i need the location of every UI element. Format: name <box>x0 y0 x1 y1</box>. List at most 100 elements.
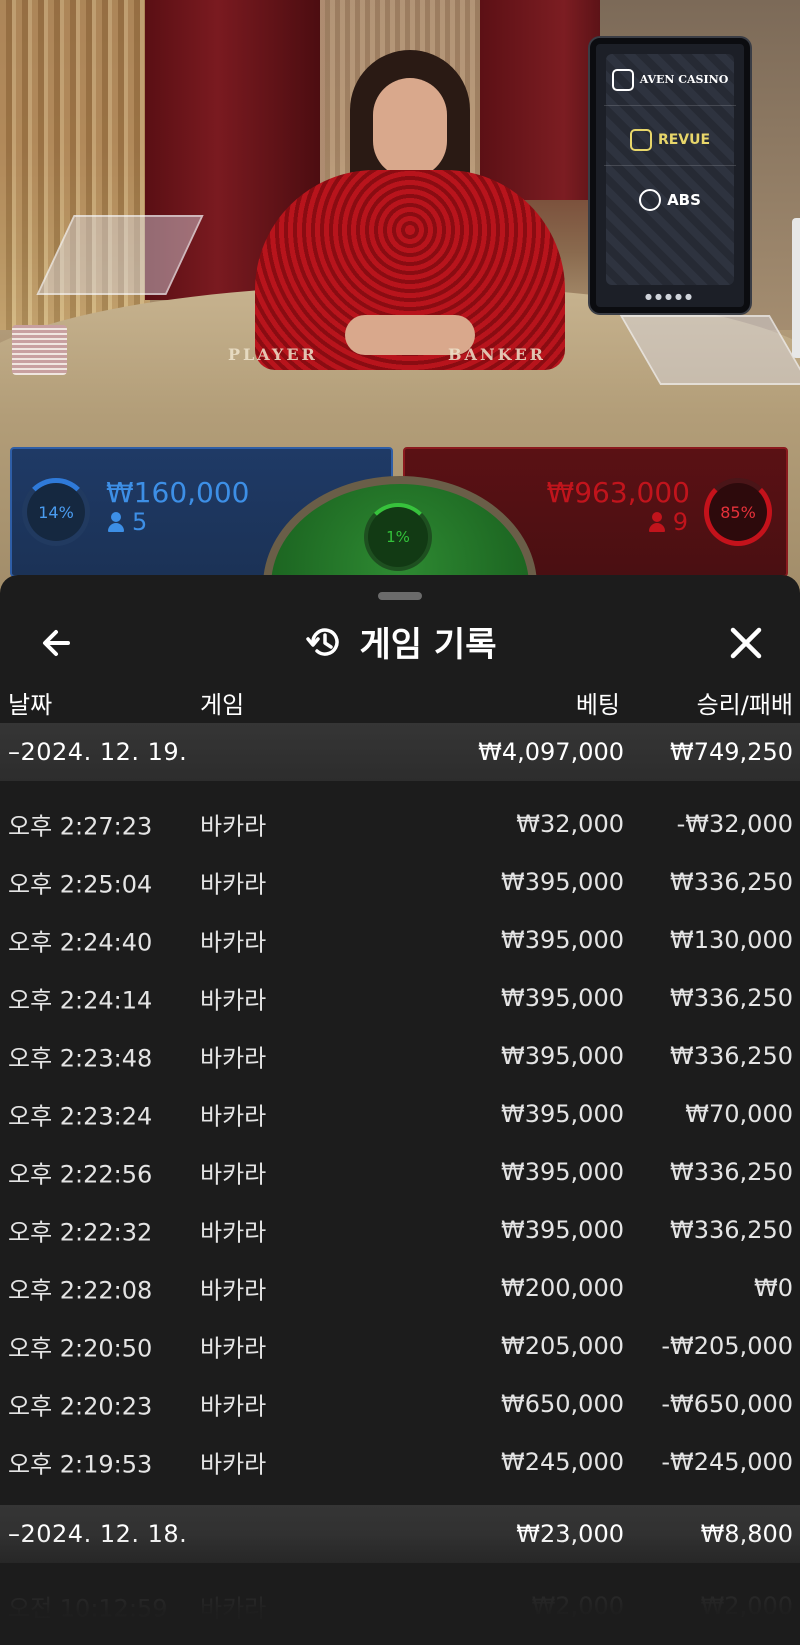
column-game: 게임 <box>200 691 245 719</box>
row-game: 바카라 <box>200 1392 267 1421</box>
column-result: 승리/패배 <box>696 691 793 719</box>
row-game: 바카라 <box>200 1276 267 1305</box>
game-history-sheet: 게임 기록 날짜 게임 베팅 승리/패배 –2024. 12. 19. ₩4,0… <box>0 575 800 1645</box>
row-game: 바카라 <box>200 1044 267 1073</box>
player-percent-ring: 14% <box>22 478 90 546</box>
table-row[interactable]: 오후 2:23:48 바카라 ₩395,000 ₩336,250 <box>0 1027 800 1085</box>
sponsor-abs: ABS <box>604 174 736 226</box>
close-button[interactable] <box>724 621 768 665</box>
row-game: 바카라 <box>200 1102 267 1131</box>
row-time: 오후 2:22:08 <box>8 1276 153 1305</box>
user-icon <box>648 512 665 532</box>
row-game: 바카라 <box>200 870 267 899</box>
row-result: ₩336,250 <box>670 868 793 896</box>
column-header: 날짜 게임 베팅 승리/패배 <box>0 673 800 727</box>
dealer <box>245 50 575 370</box>
sheet-title-text: 게임 기록 <box>359 625 497 665</box>
row-bet: ₩200,000 <box>501 1274 624 1302</box>
row-time: 오후 2:23:24 <box>8 1102 153 1131</box>
history-table: –2024. 12. 19. ₩4,097,000 ₩749,250 오후 2:… <box>0 723 800 1635</box>
row-time: 오전 10:12:59 <box>8 1594 168 1623</box>
row-bet: ₩32,000 <box>516 810 624 838</box>
group-bet-total: ₩4,097,000 <box>478 738 624 766</box>
drag-handle[interactable] <box>378 592 422 600</box>
row-game: 바카라 <box>200 1218 267 1247</box>
row-game: 바카라 <box>200 1594 267 1623</box>
row-bet: ₩650,000 <box>501 1390 624 1418</box>
row-game: 바카라 <box>200 928 267 957</box>
close-icon <box>730 627 762 659</box>
row-result: ₩336,250 <box>670 1216 793 1244</box>
date-group-row[interactable]: –2024. 12. 19. ₩4,097,000 ₩749,250 <box>0 723 800 781</box>
banker-bettor-count: 9 <box>648 508 688 536</box>
table-row[interactable]: 오전 10:12:59 바카라 ₩2,000 ₩2,000 <box>0 1577 800 1635</box>
player-bet-amount: ₩160,000 <box>106 476 250 509</box>
user-icon <box>108 512 124 532</box>
group-result-total: ₩749,250 <box>670 738 793 766</box>
table-row[interactable]: 오후 2:22:32 바카라 ₩395,000 ₩336,250 <box>0 1201 800 1259</box>
table-row[interactable]: 오후 2:25:04 바카라 ₩395,000 ₩336,250 <box>0 853 800 911</box>
row-result: -₩32,000 <box>676 810 793 838</box>
row-time: 오후 2:22:56 <box>8 1160 153 1189</box>
row-time: 오후 2:23:48 <box>8 1044 153 1073</box>
row-game: 바카라 <box>200 1334 267 1363</box>
row-bet: ₩205,000 <box>501 1332 624 1360</box>
row-time: 오후 2:27:23 <box>8 812 153 841</box>
table-row[interactable]: 오후 2:24:14 바카라 ₩395,000 ₩336,250 <box>0 969 800 1027</box>
row-time: 오후 2:20:50 <box>8 1334 153 1363</box>
table-row[interactable]: 오후 2:23:24 바카라 ₩395,000 ₩70,000 <box>0 1085 800 1143</box>
row-result: ₩336,250 <box>670 984 793 1012</box>
felt-player-label: PLAYER <box>228 345 318 364</box>
row-result: ₩336,250 <box>670 1158 793 1186</box>
row-bet: ₩395,000 <box>501 1216 624 1244</box>
row-bet: ₩395,000 <box>501 1158 624 1186</box>
row-result: ₩2,000 <box>700 1592 793 1620</box>
row-game: 바카라 <box>200 812 267 841</box>
card-stack <box>12 325 67 375</box>
table-row[interactable]: 오후 2:20:23 바카라 ₩650,000 -₩650,000 <box>0 1375 800 1433</box>
table-row[interactable]: 오후 2:22:56 바카라 ₩395,000 ₩336,250 <box>0 1143 800 1201</box>
row-bet: ₩395,000 <box>501 1042 624 1070</box>
history-icon <box>305 627 339 656</box>
table-row[interactable]: 오후 2:22:08 바카라 ₩200,000 ₩0 <box>0 1259 800 1317</box>
banker-percent-ring: 85% <box>704 478 772 546</box>
row-result: -₩245,000 <box>661 1448 793 1476</box>
row-time: 오후 2:20:23 <box>8 1392 153 1421</box>
row-time: 오후 2:19:53 <box>8 1450 153 1479</box>
row-game: 바카라 <box>200 986 267 1015</box>
row-result: -₩205,000 <box>661 1332 793 1360</box>
table-row[interactable]: 오후 2:27:23 바카라 ₩32,000 -₩32,000 <box>0 795 800 853</box>
group-result-total: ₩8,800 <box>700 1520 793 1548</box>
group-bet-total: ₩23,000 <box>516 1520 624 1548</box>
row-result: ₩336,250 <box>670 1042 793 1070</box>
row-bet: ₩395,000 <box>501 984 624 1012</box>
side-scroll-handle[interactable] <box>792 218 800 358</box>
sponsor-revue: REVUE <box>604 114 736 166</box>
row-bet: ₩2,000 <box>531 1592 624 1620</box>
row-time: 오후 2:25:04 <box>8 870 153 899</box>
sheet-title: 게임 기록 <box>0 617 800 666</box>
column-bet: 베팅 <box>575 691 620 719</box>
group-date: –2024. 12. 19. <box>8 738 188 766</box>
row-bet: ₩395,000 <box>501 1100 624 1128</box>
row-result: ₩0 <box>754 1274 793 1302</box>
row-game: 바카라 <box>200 1160 267 1189</box>
sponsor-aven: AVEN CASINO <box>604 54 736 106</box>
player-bettor-count: 5 <box>108 508 147 536</box>
banker-bet-amount: ₩963,000 <box>546 476 690 509</box>
row-result: ₩70,000 <box>685 1100 793 1128</box>
carousel-dots: ●●●●● <box>645 292 695 301</box>
table-row[interactable]: 오후 2:24:40 바카라 ₩395,000 ₩130,000 <box>0 911 800 969</box>
table-row[interactable]: 오후 2:19:53 바카라 ₩245,000 -₩245,000 <box>0 1433 800 1491</box>
table-row[interactable]: 오후 2:20:50 바카라 ₩205,000 -₩205,000 <box>0 1317 800 1375</box>
date-group-row[interactable]: –2024. 12. 18. ₩23,000 ₩8,800 <box>0 1505 800 1563</box>
sponsor-board: AVEN CASINO REVUE ABS ●●●●● <box>590 38 750 313</box>
row-game: 바카라 <box>200 1450 267 1479</box>
group-date: –2024. 12. 18. <box>8 1520 188 1548</box>
tie-percent-ring: 1% <box>364 503 432 571</box>
row-result: ₩130,000 <box>670 926 793 954</box>
row-bet: ₩395,000 <box>501 926 624 954</box>
felt-banker-label: BANKER <box>448 345 546 364</box>
row-time: 오후 2:24:40 <box>8 928 153 957</box>
column-date: 날짜 <box>8 691 53 719</box>
